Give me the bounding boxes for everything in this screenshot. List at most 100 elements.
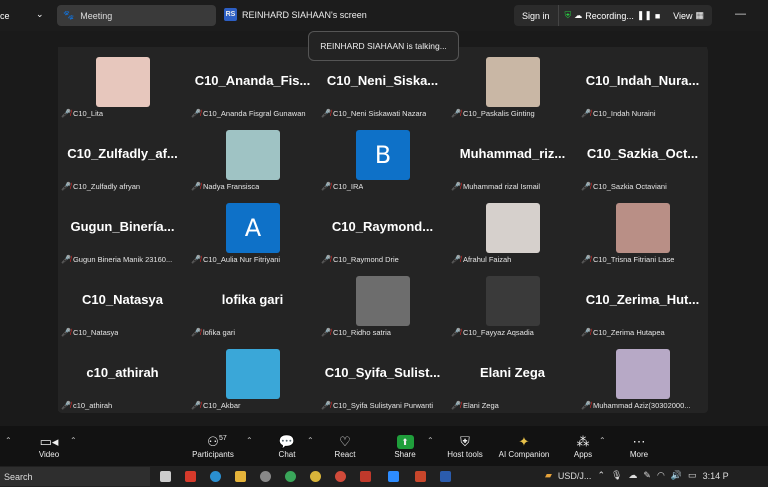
taskbar-search[interactable]: Search bbox=[0, 467, 150, 486]
powerpoint-icon[interactable] bbox=[415, 471, 426, 482]
mic-muted-icon: 🎤̸ bbox=[61, 109, 71, 118]
more-button[interactable]: ⋯ More bbox=[614, 433, 664, 459]
participant-label: 🎤̸ Gugun Bineria Manik 23160... bbox=[61, 254, 172, 265]
participant-tile[interactable]: 🎤̸ C10_Trisna Fitriani Lase bbox=[578, 193, 707, 265]
ai-companion-button[interactable]: ✦ AI Companion bbox=[492, 433, 556, 459]
participant-tile[interactable]: C10_Zerima_Hut... 🎤̸ C10_Zerima Hutapea bbox=[578, 266, 707, 338]
participant-tile[interactable]: 🎤̸ Muhammad Aziz(30302000... bbox=[578, 339, 707, 411]
wifi-icon[interactable]: ◠ bbox=[657, 470, 665, 481]
meeting-tab[interactable]: 🐾 Meeting bbox=[57, 5, 216, 26]
participant-label: 🎤̸ C10_Paskalis Ginting bbox=[451, 108, 535, 119]
mic-icon[interactable]: 🎙 bbox=[611, 470, 622, 481]
participant-tile[interactable]: 🎤̸ Afrahul Faizah bbox=[448, 193, 577, 265]
recording-indicator[interactable]: ⛨ ☁ Recording... ❚❚ ■ bbox=[559, 10, 661, 21]
share-caret-icon[interactable]: ⌃ bbox=[427, 436, 434, 445]
participant-tile[interactable]: C10_Ananda_Fis... 🎤̸ C10_Ananda Fisgral Gu… bbox=[188, 47, 317, 119]
chrome-icon-2[interactable] bbox=[310, 471, 321, 482]
participants-caret-icon[interactable]: ⌃ bbox=[246, 436, 253, 445]
participant-label: 🎤̸ Nadya Fransisca bbox=[191, 181, 259, 192]
participant-tile[interactable]: C10_Raymond... 🎤̸ C10_Raymond Drie bbox=[318, 193, 447, 265]
paw-icon: 🐾 bbox=[63, 10, 75, 20]
pause-icon[interactable]: ❚❚ bbox=[637, 10, 652, 21]
apps-caret-icon[interactable]: ⌃ bbox=[599, 436, 606, 445]
participant-label: 🎤̸ C10_Aulia Nur Fitriyani bbox=[191, 254, 280, 265]
talking-toast: REINHARD SIAHAAN is talking... bbox=[308, 31, 459, 61]
participant-tile[interactable]: 🎤̸ C10_Fayyaz Aqsadia bbox=[448, 266, 577, 338]
participant-name: C10_Zulfadly afryan bbox=[72, 182, 141, 191]
volume-icon[interactable]: 🔊 bbox=[671, 470, 682, 481]
zoom-icon[interactable] bbox=[388, 471, 399, 482]
participant-avatar: B bbox=[356, 130, 410, 180]
participant-tile[interactable]: Elani Zega 🎤̸ Elani Zega bbox=[448, 339, 577, 411]
participant-tile[interactable]: c10_athirah 🎤̸ c10_athirah bbox=[58, 339, 187, 411]
cloud-icon: ☁ bbox=[574, 11, 583, 20]
participant-label: 🎤̸ Muhammad Aziz(30302000... bbox=[581, 400, 691, 411]
app-icon[interactable] bbox=[360, 471, 371, 482]
recording-label: Recording... bbox=[585, 10, 634, 21]
edge-icon[interactable] bbox=[210, 471, 221, 482]
view-button[interactable]: View ▦ bbox=[673, 10, 704, 21]
minimize-icon[interactable]: — bbox=[735, 8, 746, 20]
participant-video bbox=[616, 203, 670, 253]
participant-video bbox=[226, 349, 280, 399]
ai-companion-label: AI Companion bbox=[498, 450, 550, 459]
chevron-down-icon[interactable]: ⌄ bbox=[36, 9, 44, 20]
participant-tile[interactable]: 🎤̸ C10_Akbar bbox=[188, 339, 317, 411]
video-caret-icon[interactable]: ⌃ bbox=[70, 436, 77, 445]
participant-tile[interactable]: Gugun_Binería... 🎤̸ Gugun Bineria Manik 23… bbox=[58, 193, 187, 265]
currency-ticker[interactable]: USD/J... bbox=[558, 471, 592, 481]
audio-caret-icon[interactable]: ⌃ bbox=[5, 436, 12, 445]
os-taskbar: Search ▰ USD/J... ⌃ 🎙 ☁ ✎ ◠ 🔊 ▭ 3:14 P bbox=[0, 466, 768, 487]
participant-tile[interactable]: B 🎤̸ C10_IRA bbox=[318, 120, 447, 192]
stop-icon[interactable]: ■ bbox=[655, 11, 660, 21]
participant-tile[interactable]: A 🎤̸ C10_Aulia Nur Fitriyani bbox=[188, 193, 317, 265]
participant-video bbox=[486, 203, 540, 253]
folder-icon[interactable] bbox=[235, 471, 246, 482]
sign-in-button[interactable]: Sign in bbox=[514, 5, 559, 26]
react-button[interactable]: ♡ React bbox=[320, 433, 370, 459]
shield-check-icon: ⛨ bbox=[564, 10, 572, 20]
cloud-icon[interactable]: ☁ bbox=[628, 470, 637, 481]
participant-avatar: A bbox=[226, 203, 280, 253]
participant-tile[interactable]: C10_Sazkia_Oct... 🎤̸ C10_Sazkia Octaviani bbox=[578, 120, 707, 192]
participant-name: C10_Zerima Hutapea bbox=[592, 328, 665, 337]
clock[interactable]: 3:14 P bbox=[703, 471, 729, 481]
chrome-icon-3[interactable] bbox=[335, 471, 346, 482]
chat-button[interactable]: 💬 Chat bbox=[262, 433, 312, 459]
participant-tile[interactable]: C10_Zulfadly_af... 🎤̸ C10_Zulfadly afryan bbox=[58, 120, 187, 192]
participant-tile[interactable]: C10_Indah_Nura... 🎤̸ C10_Indah Nuraini bbox=[578, 47, 707, 119]
host-tools-button[interactable]: ⛨ Host tools bbox=[440, 433, 490, 459]
chevron-up-icon[interactable]: ⌃ bbox=[597, 470, 605, 481]
participant-name: C10_Sazkia Octaviani bbox=[592, 182, 667, 191]
participant-tile[interactable]: 🎤̸ Nadya Fransisca bbox=[188, 120, 317, 192]
system-tray: ▰ USD/J... ⌃ 🎙 ☁ ✎ ◠ 🔊 ▭ 3:14 P bbox=[545, 470, 729, 481]
pdf-icon[interactable] bbox=[185, 471, 196, 482]
battery-icon[interactable]: ▭ bbox=[688, 470, 697, 481]
pen-icon[interactable]: ✎ bbox=[643, 470, 651, 481]
word-icon[interactable] bbox=[440, 471, 451, 482]
participant-name: c10_athirah bbox=[72, 401, 113, 410]
taskview-icon[interactable] bbox=[160, 471, 171, 482]
participant-tile[interactable]: Muhammad_riz... 🎤̸ Muhammad rizal Ismail bbox=[448, 120, 577, 192]
participant-display-name: C10_Indah_Nura... bbox=[585, 73, 700, 88]
chrome-icon[interactable] bbox=[285, 471, 296, 482]
participant-tile[interactable]: lofika gari 🎤̸ lofika gari bbox=[188, 266, 317, 338]
participant-label: 🎤̸ C10_Neni Siskawati Nazara bbox=[321, 108, 426, 119]
chat-caret-icon[interactable]: ⌃ bbox=[307, 436, 314, 445]
participant-tile[interactable]: C10_Natasya 🎤̸ C10_Natasya bbox=[58, 266, 187, 338]
screen-share-tab[interactable]: RS REINHARD SIAHAAN's screen bbox=[224, 8, 367, 21]
participant-name: Elani Zega bbox=[462, 401, 499, 410]
mic-muted-icon: 🎤̸ bbox=[61, 255, 71, 264]
participant-tile[interactable]: 🎤̸ C10_Paskalis Ginting bbox=[448, 47, 577, 119]
participants-button[interactable]: ⚇ 57 Participants bbox=[188, 433, 238, 459]
participant-name: C10_Neni Siskawati Nazara bbox=[332, 109, 427, 118]
participant-tile[interactable]: C10_Syifa_Sulist... 🎤̸ C10_Syifa Sulistyan… bbox=[318, 339, 447, 411]
video-button[interactable]: ▭◂ Video bbox=[24, 433, 74, 459]
share-button[interactable]: ⬆ Share bbox=[380, 433, 430, 459]
participant-tile[interactable]: 🎤̸ C10_Lita bbox=[58, 47, 187, 119]
participant-tile[interactable]: 🎤̸ C10_Ridho satria bbox=[318, 266, 447, 338]
settings-icon[interactable] bbox=[260, 471, 271, 482]
participant-video bbox=[486, 276, 540, 326]
mic-muted-icon: 🎤̸ bbox=[191, 255, 201, 264]
participant-label: 🎤̸ C10_Syifa Sulistyani Purwanti bbox=[321, 400, 433, 411]
